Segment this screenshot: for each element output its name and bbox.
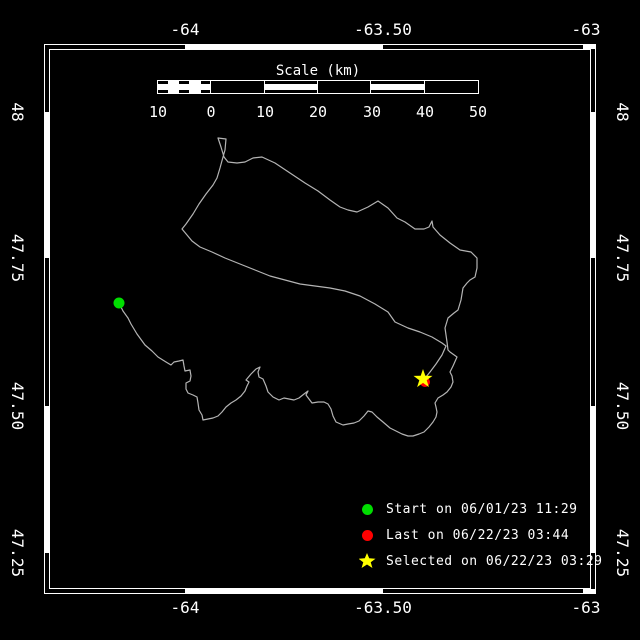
scale-bar-title: Scale (km)	[275, 63, 361, 79]
map-frame-band	[583, 44, 596, 49]
scale-bar-labels: 10 0 10 20 30 40 50	[149, 103, 487, 121]
scale-bar-tick-label: 20	[308, 103, 328, 121]
axis-label-left-4: 47.25	[8, 528, 27, 578]
scale-bar-segment	[200, 81, 212, 93]
legend-item-start: Start on 06/01/23 11:29	[358, 496, 603, 522]
axis-label-bottom-2: -63.50	[354, 598, 412, 617]
map-frame-band	[583, 589, 596, 594]
axis-label-top-2: -63.50	[354, 20, 412, 39]
scale-bar-segment	[168, 81, 180, 93]
map-canvas: -64 -63.50 -63 -64 -63.50 -63 48 47.75 4…	[0, 0, 640, 640]
scale-bar-tick-label: 30	[362, 103, 382, 121]
scale-bar	[157, 80, 479, 94]
legend-label: Last on 06/22/23 03:44	[386, 527, 570, 543]
axis-label-top-3: -63	[571, 20, 601, 39]
axis-label-right-1: 48	[613, 102, 632, 122]
scale-bar-segment	[211, 81, 265, 93]
map-frame-band	[44, 406, 49, 553]
scale-bar-segment	[371, 81, 425, 93]
scale-bar-segment	[264, 81, 319, 93]
selected-marker-icon	[358, 553, 376, 569]
scale-bar-tick-label: 0	[206, 103, 216, 121]
axis-label-left-3: 47.50	[8, 381, 27, 431]
map-frame-band	[591, 112, 596, 258]
scale-bar-segment	[179, 81, 191, 93]
legend-label: Selected on 06/22/23 03:29	[386, 553, 603, 569]
start-position-marker[interactable]	[113, 297, 125, 309]
scale-bar-tick-label: 40	[415, 103, 435, 121]
axis-label-bottom-1: -64	[170, 598, 200, 617]
axis-label-left-2: 47.75	[8, 233, 27, 283]
map-frame-band	[44, 112, 49, 258]
drift-track[interactable]	[118, 137, 478, 437]
legend-item-selected: Selected on 06/22/23 03:29	[358, 548, 603, 574]
last-marker-icon	[358, 529, 376, 541]
axis-label-top-1: -64	[170, 20, 200, 39]
axis-label-right-3: 47.50	[613, 381, 632, 431]
map-frame-band	[185, 44, 383, 49]
scale-bar-segment	[190, 81, 201, 93]
axis-label-bottom-3: -63	[571, 598, 601, 617]
scale-bar-tick-label: 10	[255, 103, 275, 121]
start-marker-icon	[358, 503, 376, 515]
axis-label-right-2: 47.75	[613, 233, 632, 283]
scale-bar-segment	[424, 81, 478, 93]
axis-label-right-4: 47.25	[613, 528, 632, 578]
legend-item-last: Last on 06/22/23 03:44	[358, 522, 603, 548]
legend-label: Start on 06/01/23 11:29	[386, 501, 578, 517]
scale-bar-segment	[318, 81, 372, 93]
map-frame-band	[185, 589, 383, 594]
scale-bar-tick-label: 10	[148, 103, 168, 121]
axis-label-left-1: 48	[8, 102, 27, 122]
legend: Start on 06/01/23 11:29 Last on 06/22/23…	[358, 496, 603, 574]
scale-bar-segment	[158, 81, 169, 93]
scale-bar-tick-label: 50	[468, 103, 488, 121]
